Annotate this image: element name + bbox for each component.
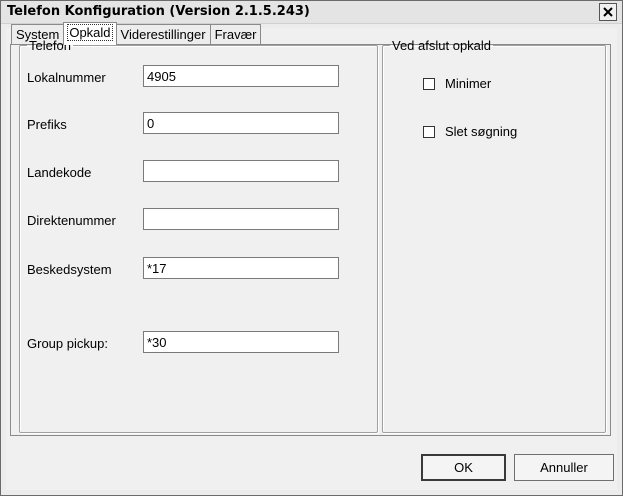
dialog-window: Telefon Konfiguration (Version 2.1.5.243… xyxy=(0,0,623,496)
title-bar[interactable]: Telefon Konfiguration (Version 2.1.5.243… xyxy=(1,1,622,24)
close-icon xyxy=(603,7,613,17)
group-pickup-input[interactable] xyxy=(143,331,339,353)
annuller-button[interactable]: Annuller xyxy=(514,454,614,481)
minimer-checkbox[interactable] xyxy=(423,77,435,90)
tab-panel-opkald: Telefon Lokalnummer Prefiks Landekode Di… xyxy=(10,38,611,436)
telefon-group: Telefon xyxy=(19,38,378,433)
beskedsystem-label: Beskedsystem xyxy=(27,262,112,277)
group-pickup-label: Group pickup: xyxy=(27,336,108,351)
afslut-group: Ved afslut opkald xyxy=(382,38,606,433)
landekode-label: Landekode xyxy=(27,165,92,180)
prefiks-label: Prefiks xyxy=(27,117,67,132)
slet-soegning-label: Slet søgning xyxy=(445,124,518,139)
tab-label: Opkald xyxy=(67,24,113,41)
tab-opkald[interactable]: Opkald xyxy=(63,22,117,45)
close-button[interactable] xyxy=(599,3,617,21)
slet-soegning-checkbox[interactable] xyxy=(423,125,435,138)
afslut-legend: Ved afslut opkald xyxy=(392,38,492,53)
lokalnummer-label: Lokalnummer xyxy=(27,70,106,85)
minimer-checkbox-row[interactable]: Minimer xyxy=(423,76,491,91)
lokalnummer-input[interactable] xyxy=(143,65,339,87)
beskedsystem-input[interactable] xyxy=(143,257,339,279)
window-title: Telefon Konfiguration (Version 2.1.5.243… xyxy=(7,4,310,19)
minimer-label: Minimer xyxy=(445,76,492,91)
landekode-input[interactable] xyxy=(143,160,339,182)
ok-button[interactable]: OK xyxy=(421,454,506,481)
prefiks-input[interactable] xyxy=(143,112,339,134)
slet-soegning-checkbox-row[interactable]: Slet søgning xyxy=(423,124,517,139)
direktenummer-input[interactable] xyxy=(143,208,339,230)
direktenummer-label: Direktenummer xyxy=(27,213,116,228)
